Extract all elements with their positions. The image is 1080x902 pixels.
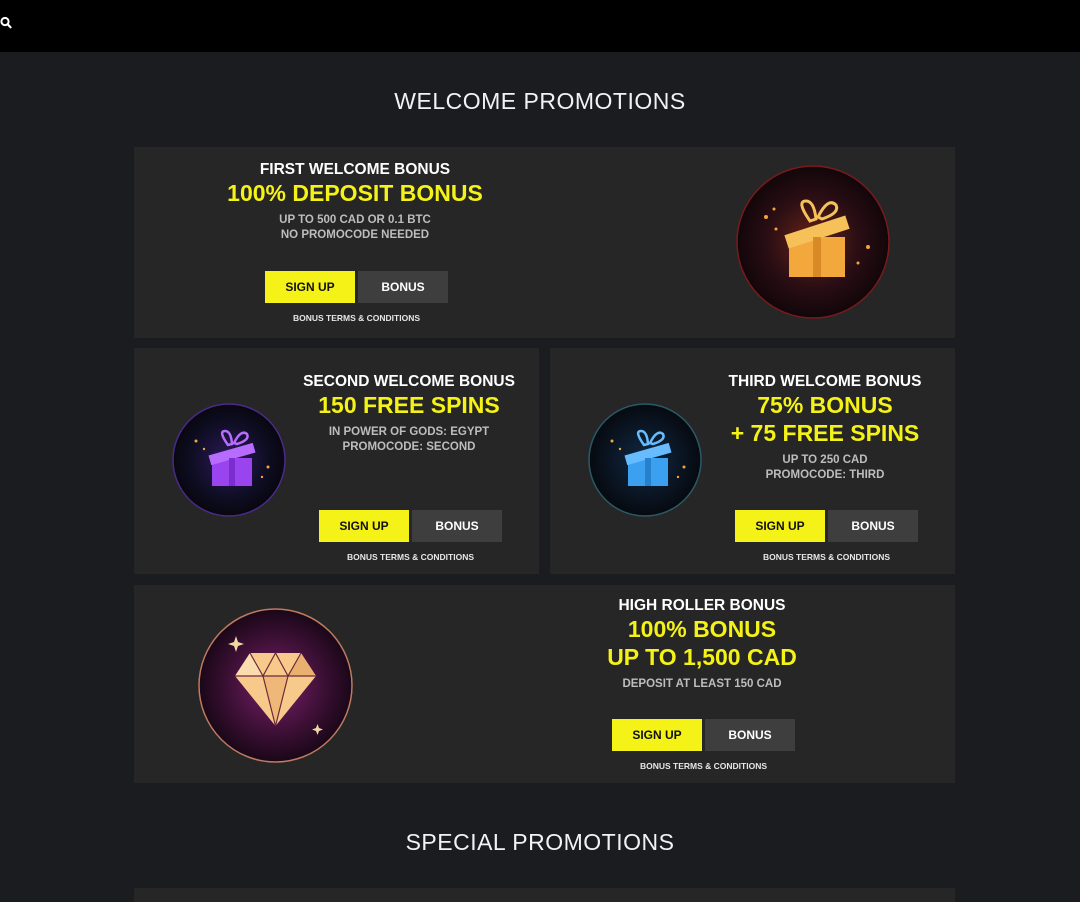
card-text: THIRD WELCOME BONUS 75% BONUS + 75 FREE … (690, 373, 960, 483)
gift-medallion (172, 403, 286, 517)
top-bar (0, 0, 1080, 52)
button-row: SIGN UP BONUS (735, 510, 918, 542)
special-promotions-title: SPECIAL PROMOTIONS (405, 829, 675, 855)
bonus-detail: DEPOSIT AT LEAST 150 CAD (622, 678, 782, 690)
bonus-label: HIGH ROLLER BONUS (618, 597, 786, 614)
sign-up-button[interactable]: SIGN UP (265, 271, 355, 303)
bonus-detail: NO PROMOCODE NEEDED (280, 229, 430, 241)
gift-medallion (736, 165, 890, 319)
bonus-label: FIRST WELCOME BONUS (259, 161, 451, 178)
button-row: SIGN UP BONUS (265, 271, 448, 303)
gift-icon (172, 403, 286, 517)
bonus-amount: 100% DEPOSIT BONUS (227, 180, 483, 206)
high-roller-bonus-card: HIGH ROLLER BONUS 100% BONUS UP TO 1,500… (134, 585, 955, 783)
bonus-terms-link[interactable]: BONUS TERMS & CONDITIONS (612, 761, 795, 771)
special-promotion-card (134, 888, 955, 902)
sign-up-button[interactable]: SIGN UP (319, 510, 409, 542)
search-icon[interactable] (0, 16, 12, 30)
bonus-button[interactable]: BONUS (705, 719, 795, 751)
gift-medallion (588, 403, 702, 517)
bonus-amount: UP TO 1,500 CAD (607, 644, 797, 670)
second-welcome-bonus-card: SECOND WELCOME BONUS 150 FREE SPINS IN P… (134, 348, 539, 574)
bonus-label: THIRD WELCOME BONUS (728, 373, 922, 390)
bonus-button[interactable]: BONUS (828, 510, 918, 542)
card-text: FIRST WELCOME BONUS 100% DEPOSIT BONUS U… (176, 161, 534, 243)
sign-up-button[interactable]: SIGN UP (612, 719, 702, 751)
bonus-detail: IN POWER OF GODS: EGYPT (328, 426, 490, 438)
third-welcome-bonus-card: THIRD WELCOME BONUS 75% BONUS + 75 FREE … (550, 348, 955, 574)
bonus-button[interactable]: BONUS (358, 271, 448, 303)
card-text: SECOND WELCOME BONUS 150 FREE SPINS IN P… (274, 373, 544, 455)
card-text: HIGH ROLLER BONUS 100% BONUS UP TO 1,500… (567, 597, 837, 692)
welcome-promotions-title: WELCOME PROMOTIONS (394, 88, 686, 114)
sign-up-button[interactable]: SIGN UP (735, 510, 825, 542)
button-row: SIGN UP BONUS (612, 719, 795, 751)
diamond-medallion (198, 608, 353, 763)
bonus-amount: 100% BONUS (627, 616, 777, 642)
gift-icon (588, 403, 702, 517)
first-welcome-bonus-card: FIRST WELCOME BONUS 100% DEPOSIT BONUS U… (134, 147, 955, 338)
diamond-icon (198, 608, 353, 763)
bonus-detail: PROMOCODE: THIRD (765, 469, 885, 481)
gift-icon (736, 165, 890, 319)
button-row: SIGN UP BONUS (319, 510, 502, 542)
bonus-amount: 150 FREE SPINS (318, 392, 500, 418)
bonus-terms-link[interactable]: BONUS TERMS & CONDITIONS (735, 552, 918, 562)
bonus-button[interactable]: BONUS (412, 510, 502, 542)
bonus-label: SECOND WELCOME BONUS (303, 373, 515, 390)
bonus-detail: PROMOCODE: SECOND (342, 441, 476, 453)
bonus-detail: UP TO 500 CAD OR 0.1 BTC (279, 214, 431, 226)
bonus-terms-link[interactable]: BONUS TERMS & CONDITIONS (319, 552, 502, 562)
bonus-amount: 75% BONUS (757, 392, 893, 418)
bonus-terms-link[interactable]: BONUS TERMS & CONDITIONS (265, 313, 448, 323)
bonus-amount: + 75 FREE SPINS (730, 420, 920, 446)
bonus-detail: UP TO 250 CAD (782, 454, 868, 466)
